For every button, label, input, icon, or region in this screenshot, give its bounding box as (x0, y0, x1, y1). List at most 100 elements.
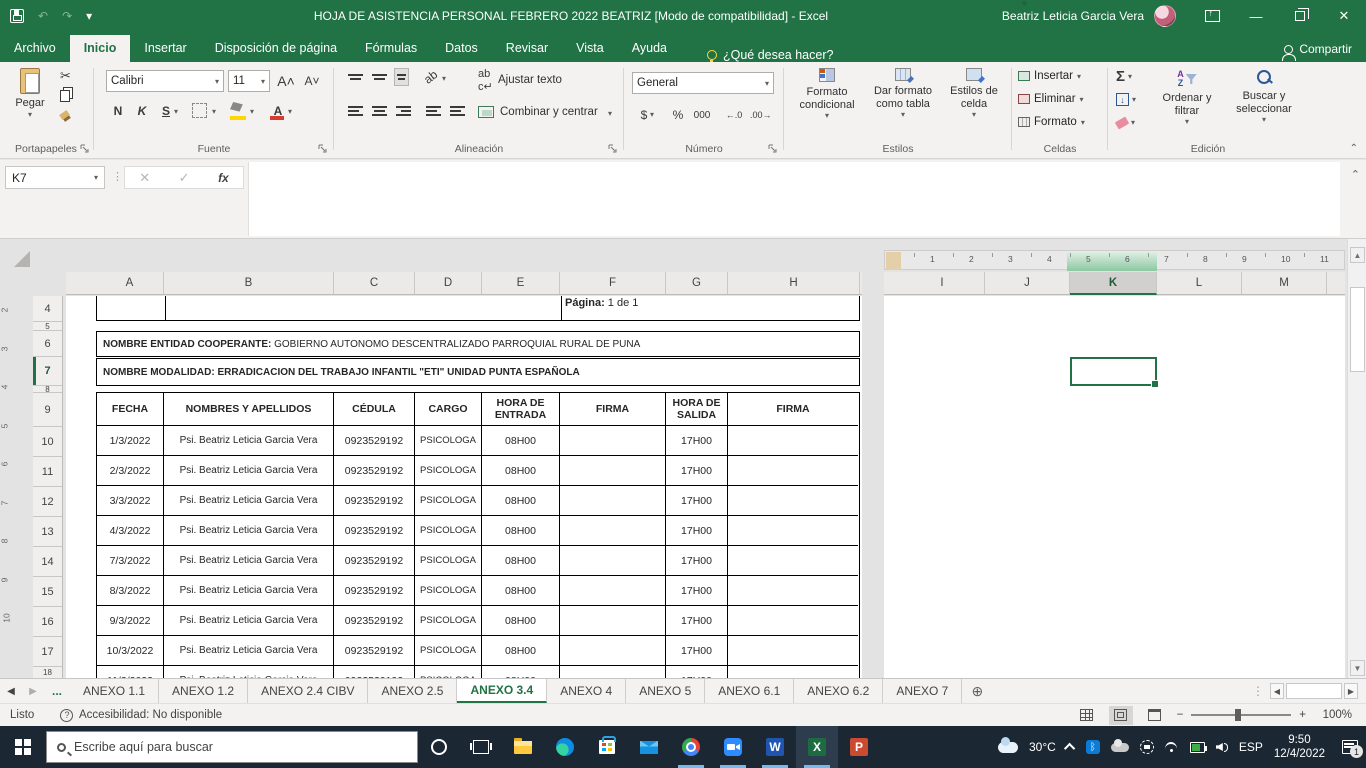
table-cell[interactable]: Psi. Beatriz Leticia Garcia Vera (164, 486, 334, 516)
wifi-icon[interactable] (1164, 742, 1179, 752)
select-all-icon[interactable] (14, 251, 30, 267)
tab-revisar[interactable]: Revisar (492, 35, 562, 62)
word-button[interactable]: W (754, 726, 796, 768)
align-top-icon[interactable] (348, 72, 363, 82)
paste-dropdown-icon[interactable]: ▾ (28, 110, 32, 119)
table-cell[interactable]: 08H00 (482, 666, 560, 678)
pagina-cell[interactable]: Página: 1 de 1 (565, 297, 638, 309)
column-header-A[interactable]: A (96, 272, 164, 295)
edge-button[interactable] (544, 726, 586, 768)
italic-button[interactable]: K (132, 100, 152, 122)
table-cell[interactable] (560, 636, 666, 666)
sheet-tab-anexo-1-2[interactable]: ANEXO 1.2 (159, 679, 249, 703)
table-cell[interactable] (560, 666, 666, 678)
orientation-icon[interactable]: ab (421, 67, 440, 86)
enter-icon[interactable]: ✓ (179, 170, 190, 186)
table-cell[interactable]: 08H00 (482, 516, 560, 546)
format-cells-button[interactable]: Formato ▾ (1018, 116, 1085, 128)
table-cell[interactable]: 7/3/2022 (97, 546, 164, 576)
sheet-nav-right-icon[interactable]: ▶ (22, 679, 44, 703)
alignment-dialog-launcher-icon[interactable] (608, 144, 618, 154)
merge-dropdown-icon[interactable]: ▾ (608, 109, 612, 118)
redo-icon[interactable]: ↷ (62, 9, 72, 23)
find-select-button[interactable]: Buscar y seleccionar ▾ (1226, 70, 1302, 124)
save-icon[interactable] (10, 9, 24, 23)
column-header-E[interactable]: E (482, 272, 560, 295)
tab-vista[interactable]: Vista (562, 35, 618, 62)
table-row[interactable]: 9/3/2022 Psi. Beatriz Leticia Garcia Vera… (97, 606, 859, 636)
conditional-formatting-button[interactable]: Formato condicional ▾ (790, 68, 864, 120)
tell-me-search[interactable]: ¿Qué desea hacer? (706, 48, 833, 63)
vertical-scrollbar[interactable]: ▲ ▼ (1347, 239, 1366, 678)
table-cell[interactable]: 0923529192 (334, 576, 415, 606)
ribbon-display-options-button[interactable] (1190, 0, 1234, 32)
formula-input[interactable] (248, 162, 1340, 236)
page-layout-view-button[interactable] (1108, 705, 1133, 725)
page-break-view-button[interactable] (1143, 706, 1167, 725)
cancel-icon[interactable]: ✕ (139, 170, 150, 186)
meet-now-icon[interactable] (1139, 740, 1154, 754)
insert-cells-button[interactable]: Insertar ▾ (1018, 70, 1081, 82)
horizontal-scrollbar[interactable]: ⋮ ◀ ▶ (1252, 679, 1366, 703)
column-header-D[interactable]: D (415, 272, 482, 295)
underline-button[interactable]: S (156, 100, 176, 122)
align-left-icon[interactable] (348, 104, 363, 118)
share-button[interactable]: Compartir (1282, 42, 1352, 62)
table-cell[interactable]: 0923529192 (334, 426, 415, 456)
table-cell[interactable]: 17H00 (666, 606, 728, 636)
name-box[interactable]: K7 ▾ (5, 166, 105, 189)
column-header-G[interactable]: G (666, 272, 728, 295)
column-header-B[interactable]: B (164, 272, 334, 295)
align-bottom-icon[interactable] (394, 68, 409, 86)
undo-icon[interactable]: ↶ (38, 9, 48, 23)
row-header-13[interactable]: 13 (33, 517, 62, 547)
table-row[interactable]: 3/3/2022 Psi. Beatriz Leticia Garcia Vera… (97, 486, 859, 516)
clock[interactable]: 9:50 12/4/2022 (1274, 733, 1325, 762)
sheet-tabs-ellipsis[interactable]: ... (44, 679, 70, 703)
attendance-table[interactable]: FECHA NOMBRES Y APELLIDOS CÉDULA CARGO HORA … (96, 392, 860, 678)
user-avatar[interactable] (1154, 5, 1176, 27)
row-header-8[interactable]: 8 (33, 386, 62, 393)
row-header-17[interactable]: 17 (33, 637, 62, 667)
sheet-tab-anexo-5[interactable]: ANEXO 5 (626, 679, 706, 703)
zoom-in-icon[interactable]: + (1299, 709, 1306, 721)
tab-archivo[interactable]: Archivo (0, 35, 70, 62)
selected-cell-K7[interactable] (1070, 357, 1159, 388)
task-view-button[interactable] (460, 726, 502, 768)
align-center-icon[interactable] (372, 104, 387, 118)
table-cell[interactable]: 0923529192 (334, 666, 415, 678)
table-cell[interactable]: 8/3/2022 (97, 576, 164, 606)
decrease-decimal-icon[interactable]: .00→ (750, 104, 772, 126)
borders-icon[interactable] (192, 103, 207, 118)
table-cell[interactable]: 17H00 (666, 486, 728, 516)
zoom-out-icon[interactable]: − (1177, 709, 1184, 721)
table-cell[interactable]: 0923529192 (334, 516, 415, 546)
sheet-tab-anexo-6-2[interactable]: ANEXO 6.2 (794, 679, 884, 703)
table-cell[interactable]: PSICOLOGA (415, 666, 482, 678)
table-cell[interactable]: 08H00 (482, 456, 560, 486)
insert-function-icon[interactable]: fx (218, 171, 229, 185)
language-indicator[interactable]: ESP (1239, 740, 1263, 754)
currency-dropdown-icon[interactable]: ▾ (650, 110, 654, 119)
row-header-15[interactable]: 15 (33, 577, 62, 607)
align-middle-icon[interactable] (372, 72, 387, 82)
customize-qat-icon[interactable]: ▾ (86, 9, 92, 23)
underline-dropdown-icon[interactable]: ▾ (174, 107, 178, 116)
tab-inicio[interactable]: Inicio (69, 35, 131, 62)
table-cell[interactable]: 17H00 (666, 636, 728, 666)
decrease-indent-icon[interactable] (426, 104, 441, 118)
merge-center-button[interactable]: Combinar y centrar (500, 106, 598, 118)
horizontal-scroll-thumb[interactable] (1286, 683, 1342, 699)
table-cell[interactable]: 17H00 (666, 576, 728, 606)
table-cell[interactable]: Psi. Beatriz Leticia Garcia Vera (164, 636, 334, 666)
table-cell[interactable]: 17H00 (666, 666, 728, 678)
accessibility-icon[interactable] (60, 708, 73, 722)
row-header-5[interactable]: 5 (33, 322, 62, 331)
format-as-table-button[interactable]: Dar formato como tabla ▾ (866, 68, 940, 119)
row-header-16[interactable]: 16 (33, 607, 62, 637)
table-row[interactable]: 2/3/2022 Psi. Beatriz Leticia Garcia Vera… (97, 456, 859, 486)
zoom-app-button[interactable] (712, 726, 754, 768)
table-cell[interactable]: 0923529192 (334, 636, 415, 666)
column-header-J[interactable]: J (985, 272, 1070, 295)
table-row[interactable]: 1/3/2022 Psi. Beatriz Leticia Garcia Vera… (97, 426, 859, 456)
